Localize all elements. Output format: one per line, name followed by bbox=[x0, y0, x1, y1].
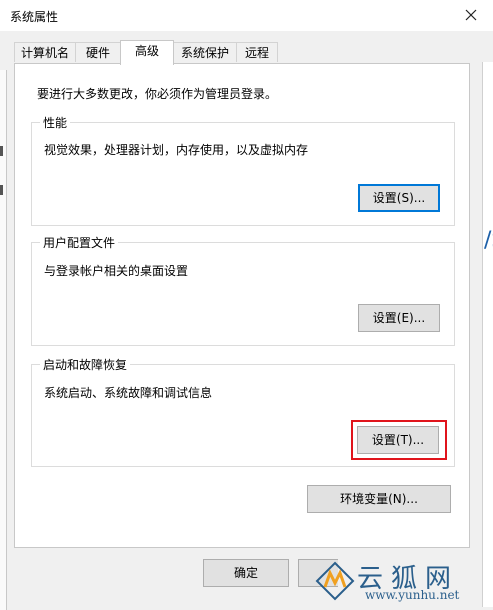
background-peek-text: /S bbox=[484, 228, 493, 253]
window-title: 系统属性 bbox=[10, 10, 59, 24]
tab-advanced[interactable]: 高级 bbox=[120, 40, 174, 65]
admin-notice: 要进行大多数更改，你必须作为管理员登录。 bbox=[37, 87, 278, 101]
watermark-url: www.yunhu.net bbox=[365, 588, 460, 602]
tab-computer-name[interactable]: 计算机名 bbox=[14, 42, 76, 62]
user-profiles-title: 用户配置文件 bbox=[40, 234, 119, 251]
tab-hardware[interactable]: 硬件 bbox=[75, 42, 121, 62]
title-bar: 系统属性 bbox=[0, 0, 493, 31]
tab-remote[interactable]: 远程 bbox=[236, 42, 278, 62]
startup-recovery-title: 启动和故障恢复 bbox=[40, 356, 131, 373]
background-window-edge bbox=[0, 70, 7, 610]
performance-settings-button[interactable]: 设置(S)... bbox=[358, 184, 440, 212]
startup-recovery-settings-button[interactable]: 设置(T)... bbox=[357, 426, 439, 454]
ok-button[interactable]: 确定 bbox=[203, 559, 289, 587]
system-properties-window: 系统属性 /S 计算机名 硬件 高级 系统保护 远程 要进行大多数更改，你必须作… bbox=[0, 0, 493, 610]
performance-group: 性能 视觉效果，处理器计划，内存使用，以及虚拟内存 设置(S)... bbox=[31, 114, 455, 226]
close-icon[interactable] bbox=[461, 5, 481, 25]
watermark-logo-icon bbox=[315, 561, 355, 601]
user-profiles-settings-button[interactable]: 设置(E)... bbox=[358, 304, 440, 332]
startup-recovery-description: 系统启动、系统故障和调试信息 bbox=[44, 386, 213, 400]
background-window-edge-right bbox=[482, 62, 493, 607]
environment-variables-button[interactable]: 环境变量(N)... bbox=[307, 485, 451, 513]
user-profiles-group: 用户配置文件 与登录帐户相关的桌面设置 设置(E)... bbox=[31, 234, 455, 346]
watermark: 云狐网 www.yunhu.net bbox=[313, 556, 493, 605]
advanced-tab-panel: 要进行大多数更改，你必须作为管理员登录。 性能 视觉效果，处理器计划，内存使用，… bbox=[14, 63, 470, 548]
performance-description: 视觉效果，处理器计划，内存使用，以及虚拟内存 bbox=[44, 143, 309, 157]
user-profiles-description: 与登录帐户相关的桌面设置 bbox=[44, 264, 189, 278]
tab-system-protection[interactable]: 系统保护 bbox=[173, 42, 237, 62]
performance-title: 性能 bbox=[40, 114, 71, 131]
